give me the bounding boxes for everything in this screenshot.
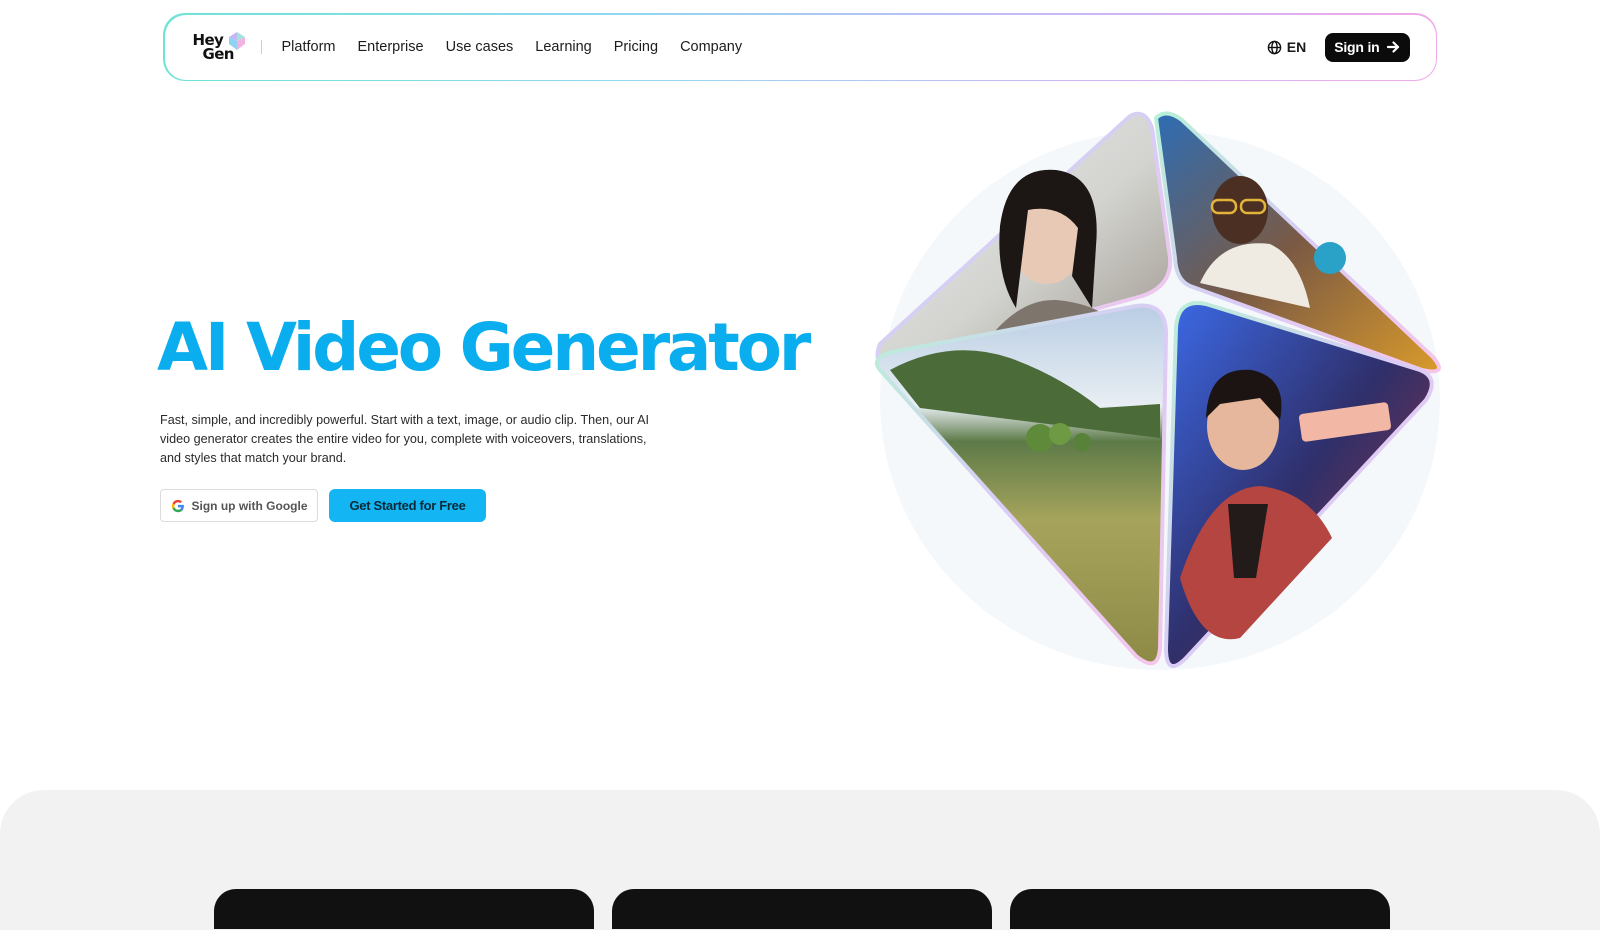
- navbar-frame: Hey Gen Platform Enterprise Use cases Le…: [163, 13, 1437, 81]
- nav-link-learning[interactable]: Learning: [535, 39, 591, 55]
- nav-link-pricing[interactable]: Pricing: [614, 39, 658, 55]
- hero-title: AI Video Generator: [157, 309, 811, 386]
- nav-link-use-cases[interactable]: Use cases: [446, 39, 514, 55]
- hero-description: Fast, simple, and incredibly powerful. S…: [160, 413, 650, 465]
- nav-right: EN Sign in: [1267, 32, 1410, 62]
- nav-link-company[interactable]: Company: [680, 39, 742, 55]
- signin-button[interactable]: Sign in: [1325, 32, 1410, 62]
- language-label: EN: [1286, 39, 1307, 55]
- heygen-cube-icon: [228, 32, 245, 50]
- nav-divider: [260, 40, 262, 54]
- signin-label: Sign in: [1334, 39, 1380, 55]
- hero-cta-row: Sign up with Google Get Started for Free: [160, 489, 486, 522]
- feature-card-3[interactable]: [1010, 889, 1390, 929]
- arrow-right-icon: [1386, 41, 1399, 53]
- nav-links: Platform Enterprise Use cases Learning P…: [282, 39, 765, 55]
- navbar: Hey Gen Platform Enterprise Use cases Le…: [164, 14, 1436, 80]
- google-signup-label: Sign up with Google: [191, 498, 308, 513]
- language-selector[interactable]: EN: [1267, 39, 1306, 55]
- feature-card-1[interactable]: [214, 889, 594, 929]
- get-started-button[interactable]: Get Started for Free: [329, 489, 486, 522]
- heygen-logo[interactable]: Hey Gen: [193, 30, 247, 64]
- google-icon: [171, 499, 184, 512]
- nav-link-enterprise[interactable]: Enterprise: [358, 39, 424, 55]
- nav-link-platform[interactable]: Platform: [282, 39, 336, 55]
- hero-video-prism: [875, 111, 1441, 670]
- feature-card-2[interactable]: [612, 889, 992, 929]
- google-signup-button[interactable]: Sign up with Google: [160, 489, 318, 522]
- globe-icon: [1267, 40, 1282, 54]
